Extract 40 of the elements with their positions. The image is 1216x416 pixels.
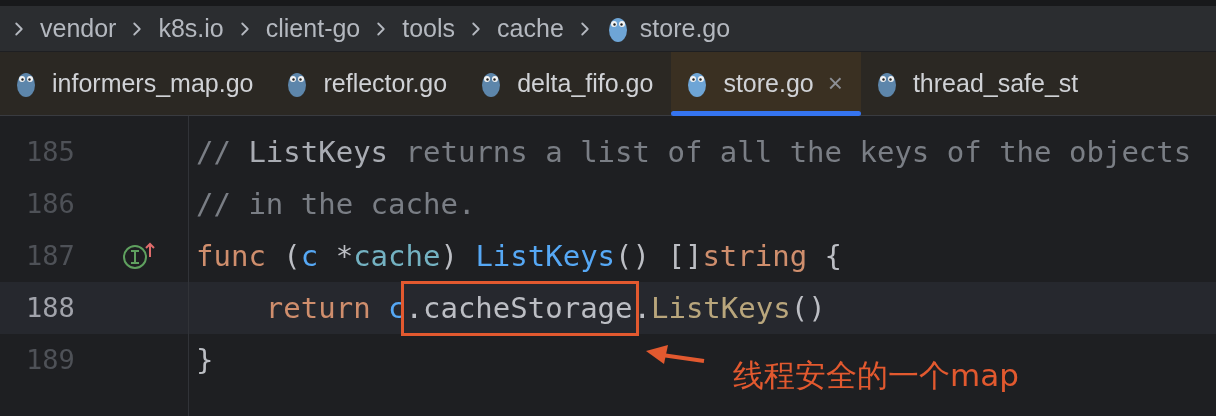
- code-token: // in the cache.: [196, 186, 476, 221]
- breadcrumb-item[interactable]: cache: [497, 9, 564, 48]
- code-token: func: [196, 238, 266, 273]
- code-token: () []: [615, 238, 703, 273]
- code-token: //: [196, 134, 232, 169]
- breadcrumb-item[interactable]: tools: [402, 9, 456, 48]
- code-token: *: [334, 238, 354, 273]
- close-icon[interactable]: ×: [827, 64, 843, 103]
- tab-label: reflector.go: [323, 67, 448, 99]
- breadcrumb-item[interactable]: store.go: [639, 9, 731, 48]
- editor-tab[interactable]: thread_safe_st: [860, 52, 1097, 115]
- editor-tab[interactable]: reflector.go: [271, 52, 466, 115]
- tab-label: thread_safe_st: [912, 67, 1079, 99]
- annotation-text: 线程安全的一个map: [733, 356, 1019, 395]
- code-token: string: [702, 238, 808, 273]
- line-number: 188: [26, 290, 76, 325]
- code-token: {: [823, 238, 843, 273]
- code-token: returns a list of all the keys of the objects: [404, 134, 1192, 169]
- tab-label: informers_map.go: [52, 67, 254, 99]
- tab-label: delta_fifo.go: [517, 67, 654, 99]
- editor-tab[interactable]: store.go ×: [671, 52, 861, 115]
- code-token: ListKeys: [475, 238, 616, 273]
- implements-icon[interactable]: [122, 241, 156, 271]
- code-token: ListKeys: [248, 134, 389, 169]
- breadcrumb-item[interactable]: client-go: [265, 9, 361, 48]
- code-token: return: [264, 290, 371, 325]
- code-token: (): [790, 290, 826, 325]
- editor-tab[interactable]: delta_fifo.go: [465, 52, 672, 115]
- code-token: (: [282, 238, 301, 273]
- code-token: .cacheStorage: [405, 290, 633, 325]
- code-token: ListKeys: [651, 290, 791, 325]
- code-token: }: [196, 342, 214, 377]
- editor-tab[interactable]: informers_map.go: [0, 52, 272, 115]
- breadcrumb-item[interactable]: k8s.io: [158, 9, 224, 48]
- tab-label: store.go: [723, 67, 814, 99]
- code-token: cache: [353, 238, 441, 273]
- code-token: c: [300, 238, 319, 273]
- code-token: .: [633, 290, 651, 325]
- breadcrumb-item[interactable]: vendor: [40, 9, 117, 48]
- code-token: ): [440, 238, 459, 273]
